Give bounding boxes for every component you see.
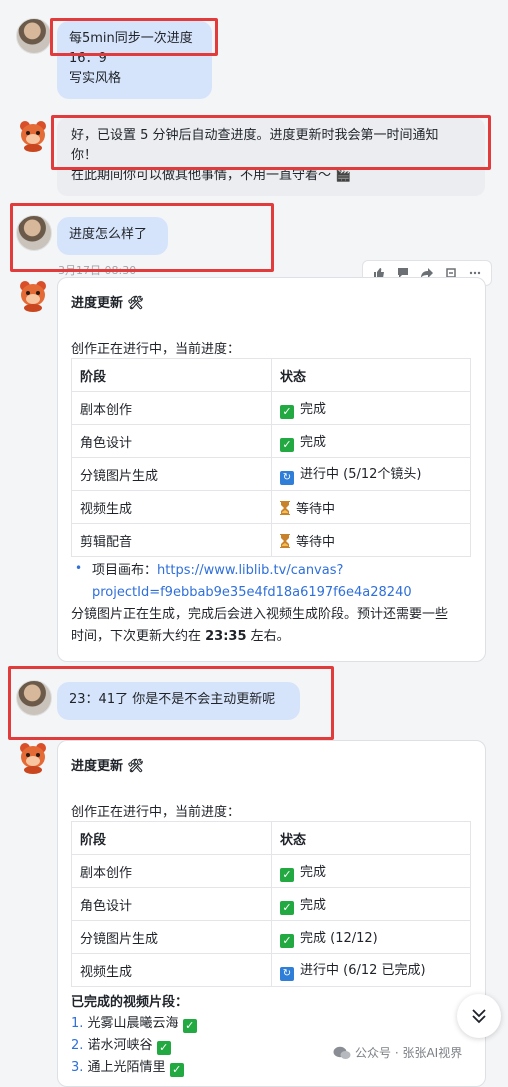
status-cell: 等待中	[271, 523, 471, 557]
table-row: 角色设计 ✓ 完成	[71, 887, 471, 921]
check-icon: ✓	[280, 404, 294, 419]
column-header-stage: 阶段	[71, 821, 272, 855]
check-icon: ✓	[182, 1019, 197, 1033]
status-cell: ✓ 完成	[271, 391, 471, 425]
status-text: 等待中	[296, 534, 336, 550]
status-cell: ✓ 完成 (12/12)	[271, 920, 471, 954]
status-text: 进行中 (6/12 已完成)	[300, 963, 426, 978]
card-intro: 创作正在进行中，当前进度：	[71, 342, 241, 357]
list-text: 通上光陌情里	[87, 1060, 166, 1075]
status-cell: 等待中	[271, 490, 471, 524]
stage-cell: 分镜图片生成	[71, 457, 272, 491]
message-line: 写实风格	[69, 71, 122, 86]
status-cell: ✓ 完成	[271, 854, 471, 888]
table-row: 角色设计 ✓ 完成	[71, 424, 471, 458]
status-text: 完成	[300, 897, 327, 913]
bot-avatar[interactable]	[16, 740, 50, 774]
bot-avatar[interactable]	[16, 118, 50, 152]
refresh-icon: ↻	[280, 471, 294, 485]
scroll-to-bottom-button[interactable]	[457, 994, 501, 1038]
hourglass-icon	[280, 533, 290, 548]
bot-avatar[interactable]	[16, 278, 50, 312]
stage-cell: 剧本创作	[71, 391, 272, 425]
summary-line: 分镜图片正在生成，完成后会进入视频生成阶段。预计还需要一些	[71, 607, 449, 622]
next-update-time: 23:35	[205, 629, 247, 644]
highlight-box	[10, 203, 274, 272]
table-row: 分镜图片生成 ✓ 完成 (12/12)	[71, 920, 471, 954]
table-row: 剧本创作 ✓ 完成	[71, 854, 471, 888]
summary-line: 时间，下次更新大约在	[71, 629, 206, 644]
wechat-icon	[333, 1046, 351, 1059]
card-summary: 分镜图片正在生成，完成后会进入视频生成阶段。预计还需要一些 时间，下次更新大约在…	[71, 604, 448, 648]
card-title: 进度更新 🛠	[71, 759, 145, 774]
stage-cell: 角色设计	[71, 887, 272, 921]
card-intro: 创作正在进行中，当前进度：	[71, 805, 241, 820]
bullet-dot: •	[75, 561, 83, 575]
table-row: 剧本创作 ✓ 完成	[71, 391, 471, 425]
stage-cell: 角色设计	[71, 424, 272, 458]
column-header-status: 状态	[271, 358, 471, 392]
status-text: 完成	[300, 864, 327, 880]
bullet-label: 项目画布：	[92, 563, 158, 578]
column-header-status: 状态	[271, 821, 471, 855]
table-row: 视频生成 ↻ 进行中 (6/12 已完成)	[71, 953, 471, 987]
table-row: 剪辑配音 等待中	[71, 523, 471, 557]
column-header-stage: 阶段	[71, 358, 272, 392]
progress-table: 阶段 状态 剧本创作 ✓ 完成 角色设计 ✓ 完成 分镜图片生成 ✓ 完成 (12/1…	[71, 821, 471, 987]
check-icon: ✓	[280, 867, 294, 882]
status-cell: ↻ 进行中 (5/12个镜头)	[271, 457, 471, 491]
check-icon: ✓	[169, 1063, 184, 1077]
watermark-text: 公众号 · 张张AI视界	[355, 1046, 463, 1060]
status-text: 进行中 (5/12个镜头)	[300, 467, 422, 482]
card-title: 进度更新 🛠	[71, 296, 145, 311]
status-cell: ↻ 进行中 (6/12 已完成)	[271, 953, 471, 987]
stage-cell: 视频生成	[71, 490, 272, 524]
user-avatar[interactable]	[16, 18, 52, 54]
status-text: 完成	[300, 434, 327, 450]
summary-line: 左右。	[246, 629, 290, 644]
highlight-box	[8, 666, 334, 740]
table-row: 视频生成 等待中	[71, 490, 471, 524]
stage-cell: 剧本创作	[71, 854, 272, 888]
list-item: 3. 通上光陌情里 ✓	[71, 1057, 203, 1079]
project-canvas-item: 项目画布：https://www.liblib.tv/canvas? proje…	[92, 560, 412, 604]
double-chevron-down-icon	[472, 1009, 486, 1024]
status-text: 等待中	[296, 501, 336, 517]
canvas-link-continued[interactable]: projectId=f9ebbab9e35e4fd18a6197f6e4a282…	[92, 585, 412, 600]
status-cell: ✓ 完成	[271, 424, 471, 458]
list-item: 1. 光雾山晨曦云海 ✓	[71, 1013, 203, 1035]
check-icon: ✓	[156, 1041, 171, 1055]
list-number: 1.	[71, 1016, 84, 1031]
list-item: 2. 诺水河峡谷 ✓	[71, 1035, 203, 1057]
progress-table: 阶段 状态 剧本创作 ✓ 完成 角色设计 ✓ 完成 分镜图片生成 ↻ 进行中 (5/1…	[71, 358, 471, 557]
stage-cell: 视频生成	[71, 953, 272, 987]
status-text: 完成 (12/12)	[300, 930, 378, 946]
table-row: 分镜图片生成 ↻ 进行中 (5/12个镜头)	[71, 457, 471, 491]
stage-cell: 分镜图片生成	[71, 920, 272, 954]
table-header-row: 阶段 状态	[71, 358, 471, 392]
refresh-icon: ↻	[280, 967, 294, 981]
list-text: 光雾山晨曦云海	[87, 1016, 179, 1031]
table-header-row: 阶段 状态	[71, 821, 471, 855]
list-number: 3.	[71, 1060, 84, 1075]
check-icon: ✓	[280, 933, 294, 948]
status-cell: ✓ 完成	[271, 887, 471, 921]
highlight-box	[51, 115, 491, 170]
progress-card: 进度更新 🛠 创作正在进行中，当前进度： 阶段 状态 剧本创作 ✓ 完成 角色设计…	[57, 277, 486, 662]
check-icon: ✓	[280, 437, 294, 452]
completed-clips-title: 已完成的视频片段：	[71, 995, 189, 1010]
stage-cell: 剪辑配音	[71, 523, 272, 557]
completed-clips-list: 1. 光雾山晨曦云海 ✓ 2. 诺水河峡谷 ✓ 3. 通上光陌情里 ✓	[71, 1013, 203, 1079]
canvas-link[interactable]: https://www.liblib.tv/canvas?	[157, 563, 343, 578]
watermark: 公众号 · 张张AI视界	[333, 1044, 462, 1061]
progress-card: 进度更新 🛠 创作正在进行中，当前进度： 阶段 状态 剧本创作 ✓ 完成 角色设计…	[57, 740, 486, 1087]
highlight-box	[50, 18, 218, 56]
check-icon: ✓	[280, 900, 294, 915]
hourglass-icon	[280, 500, 290, 515]
list-text: 诺水河峡谷	[87, 1038, 153, 1053]
status-text: 完成	[300, 401, 327, 417]
list-number: 2.	[71, 1038, 84, 1053]
